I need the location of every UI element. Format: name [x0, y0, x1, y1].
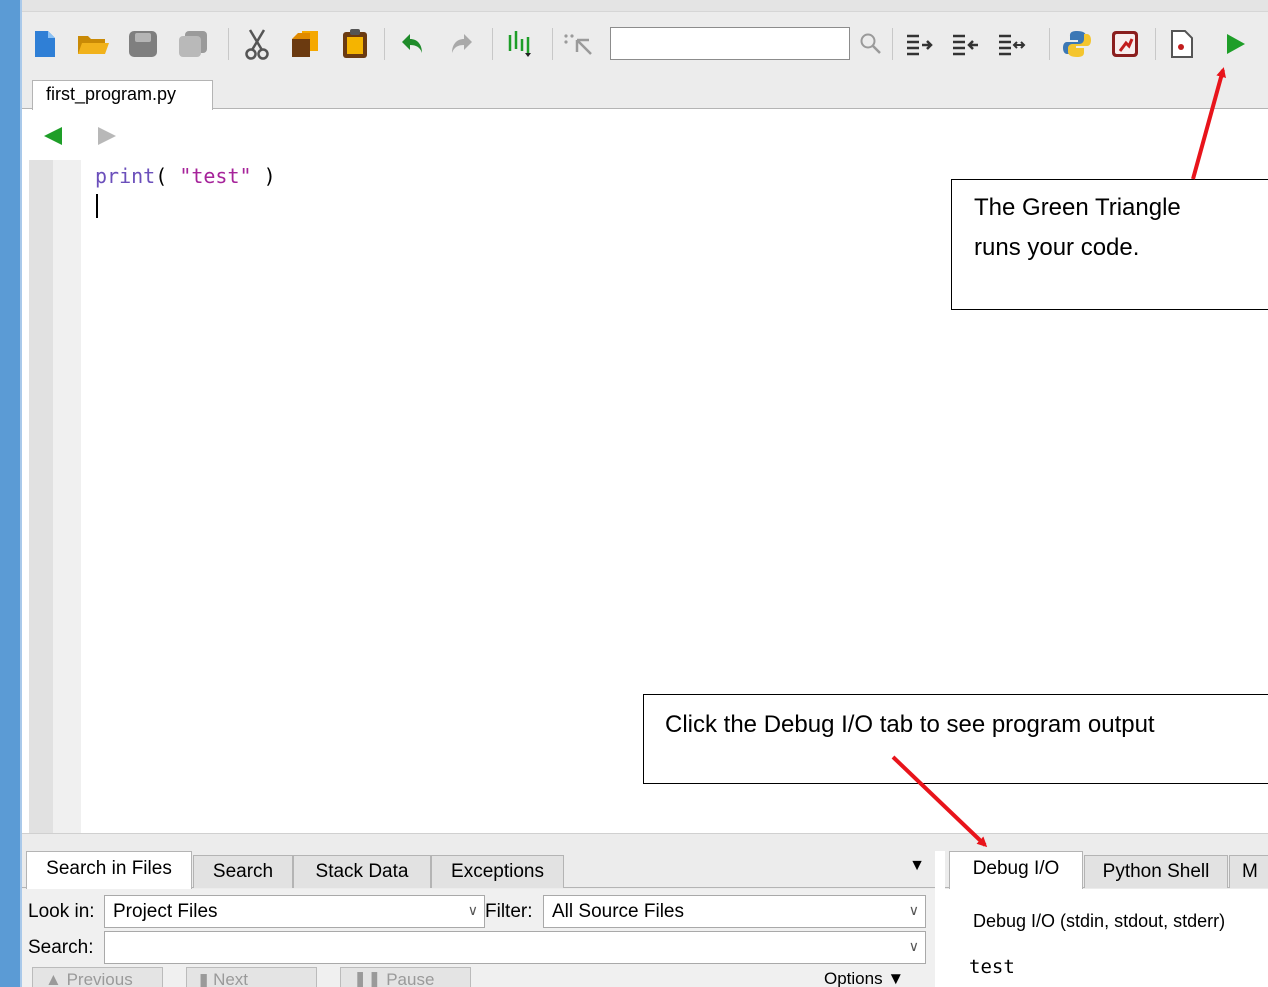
pause-button-label: Pause — [386, 970, 435, 987]
text-caret — [96, 194, 98, 218]
debug-panel-tabs: Debug I/O Python Shell M — [945, 851, 1268, 889]
tab-search[interactable]: Search — [193, 855, 293, 888]
run-icon[interactable] — [1218, 26, 1252, 62]
look-in-select[interactable]: Project Files ∨ — [104, 895, 485, 928]
filter-value: All Source Files — [552, 901, 684, 922]
redo-icon[interactable] — [444, 26, 478, 62]
editor-tab-strip: first_program.py — [22, 80, 1268, 110]
pause-button[interactable]: ❚❚ Pause — [340, 967, 471, 987]
search-label: Search: — [28, 937, 94, 958]
code-string: "test" — [179, 164, 252, 188]
save-all-icon[interactable] — [176, 26, 210, 62]
chevron-down-icon: ∨ — [467, 902, 478, 918]
run-callout-line-2: runs your code. — [974, 234, 1140, 261]
cut-icon[interactable] — [240, 26, 274, 62]
save-icon[interactable] — [126, 26, 160, 62]
new-breakpoint-icon[interactable] — [1165, 26, 1199, 62]
run-callout-line-1: The Green Triangle — [974, 194, 1181, 221]
pause-icon: ❚❚ — [353, 970, 387, 987]
title-bar-edge — [22, 0, 1268, 12]
up-arrow-icon: ▲ — [45, 970, 67, 987]
chevron-down-icon: ▼ — [882, 969, 905, 987]
tab-python-shell[interactable]: Python Shell — [1084, 855, 1228, 888]
search-panel-tabs: Search in Files Search Stack Data Except… — [22, 851, 935, 889]
panel-splitter[interactable] — [22, 833, 1268, 851]
debug-io-header: Debug I/O (stdin, stdout, stderr) — [973, 911, 1226, 931]
debug-io-body[interactable]: Debug I/O (stdin, stdout, stderr) test — [945, 889, 1268, 987]
panel-menu-chevron-icon[interactable]: ▼ — [909, 857, 925, 875]
tab-stack-data[interactable]: Stack Data — [293, 855, 431, 888]
code-func: print — [95, 164, 156, 188]
editor-margin — [53, 160, 81, 833]
filter-label: Filter: — [485, 901, 533, 922]
filter-select[interactable]: All Source Files ∨ — [543, 895, 926, 928]
tab-debug-io[interactable]: Debug I/O — [949, 851, 1083, 889]
select-icon[interactable] — [562, 26, 596, 62]
tab-first-program[interactable]: first_program.py — [32, 80, 213, 110]
debug-io-output: test — [969, 956, 1015, 978]
copy-icon[interactable] — [288, 26, 322, 62]
debug-panel: Debug I/O Python Shell M Debug I/O (stdi… — [945, 851, 1268, 987]
toolbar — [22, 0, 1268, 80]
paste-icon[interactable] — [338, 26, 372, 62]
tab-more[interactable]: M — [1229, 855, 1268, 888]
tab-exceptions[interactable]: Exceptions — [431, 855, 564, 888]
indent-left-icon[interactable] — [948, 26, 982, 62]
code-line: print( "test" ) — [95, 164, 276, 188]
tab-search-in-files[interactable]: Search in Files — [26, 851, 192, 889]
toolbar-separator — [1155, 28, 1156, 60]
new-file-icon[interactable] — [28, 26, 62, 62]
indent-toggle-icon[interactable] — [994, 26, 1028, 62]
search-in-files-body: Look in: Project Files ∨ Filter: All Sour… — [22, 889, 935, 987]
next-button[interactable]: ▮ Next — [186, 967, 317, 987]
forward-arrow-icon[interactable] — [96, 126, 118, 146]
toolbar-separator — [492, 28, 493, 60]
look-in-value: Project Files — [113, 901, 218, 922]
toolbar-separator — [892, 28, 893, 60]
indent-right-icon[interactable] — [902, 26, 936, 62]
code-open-paren: ( — [155, 164, 180, 188]
run-callout: The Green Triangle runs your code. — [951, 179, 1268, 310]
indent-guides-icon[interactable] — [503, 26, 537, 62]
undo-icon[interactable] — [396, 26, 430, 62]
search-input[interactable]: ∨ — [104, 931, 926, 964]
code-close-paren: ) — [251, 164, 276, 188]
editor-gutter — [29, 160, 53, 833]
next-button-label: Next — [213, 970, 249, 987]
python-icon[interactable] — [1060, 26, 1094, 62]
toolbar-search-input[interactable] — [610, 27, 850, 60]
window-edge — [0, 0, 22, 987]
editor-nav-bar — [22, 110, 1268, 154]
chevron-down-icon: ∨ — [908, 902, 919, 918]
search-panel: Search in Files Search Stack Data Except… — [22, 851, 935, 987]
options-button-label: Options — [824, 969, 883, 987]
toolbar-separator — [1049, 28, 1050, 60]
options-button[interactable]: Options ▼ — [812, 967, 930, 987]
toolbar-separator — [384, 28, 385, 60]
debug-callout: Click the Debug I/O tab to see program o… — [643, 694, 1268, 784]
search-go-icon[interactable] — [854, 26, 888, 62]
back-arrow-icon[interactable] — [42, 126, 64, 146]
previous-button[interactable]: ▲ Previous — [32, 967, 163, 987]
toolbar-separator — [228, 28, 229, 60]
chevron-down-icon: ∨ — [908, 938, 919, 954]
down-arrow-icon: ▮ — [199, 970, 214, 987]
open-folder-icon[interactable] — [76, 26, 110, 62]
debug-config-icon[interactable] — [1108, 26, 1142, 62]
toolbar-separator — [552, 28, 553, 60]
previous-button-label: Previous — [66, 970, 133, 987]
debug-callout-text: Click the Debug I/O tab to see program o… — [665, 711, 1155, 738]
look-in-label: Look in: — [28, 901, 95, 922]
